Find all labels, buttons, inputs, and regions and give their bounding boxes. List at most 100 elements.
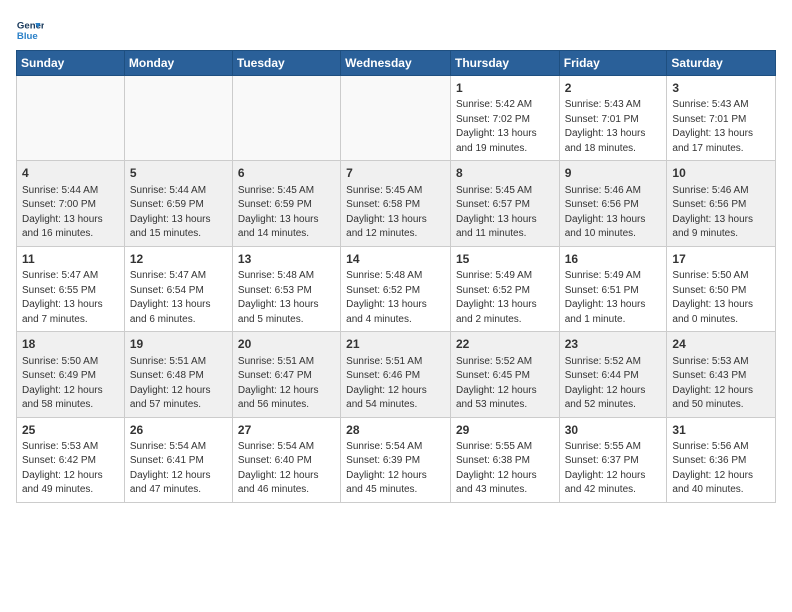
day-detail: Sunrise: 5:54 AMSunset: 6:40 PMDaylight:… <box>238 440 335 498</box>
day-number: 18 <box>22 336 119 353</box>
calendar-cell: 11Sunrise: 5:47 AMSunset: 6:55 PMDayligh… <box>17 246 125 331</box>
calendar-table: SundayMondayTuesdayWednesdayThursdayFrid… <box>16 50 776 503</box>
calendar-cell: 23Sunrise: 5:52 AMSunset: 6:44 PMDayligh… <box>559 332 667 417</box>
day-number: 23 <box>565 336 662 353</box>
calendar-cell: 12Sunrise: 5:47 AMSunset: 6:54 PMDayligh… <box>124 246 232 331</box>
day-detail: Sunrise: 5:45 AMSunset: 6:57 PMDaylight:… <box>456 184 554 242</box>
calendar-cell: 19 Sunrise: 5:51 AMSunset: 6:48 PMDayligh… <box>124 332 232 417</box>
day-number: 14 <box>346 251 445 268</box>
day-number: 10 <box>672 165 770 182</box>
day-number: 5 <box>130 165 227 182</box>
calendar-cell: 14Sunrise: 5:48 AMSunset: 6:52 PMDayligh… <box>341 246 451 331</box>
logo: General Blue <box>16 16 44 44</box>
day-number: 29 <box>456 422 554 439</box>
day-number: 12 <box>130 251 227 268</box>
day-number: 2 <box>565 80 662 97</box>
svg-text:General: General <box>17 20 44 31</box>
day-detail: Sunrise: 5:48 AMSunset: 6:53 PMDaylight:… <box>238 269 335 327</box>
day-detail: Sunrise: 5:46 AMSunset: 6:56 PMDaylight:… <box>565 184 662 242</box>
day-detail: Sunrise: 5:51 AMSunset: 6:48 PMDaylight:… <box>130 355 227 413</box>
day-number: 31 <box>672 422 770 439</box>
day-detail: Sunrise: 5:45 AMSunset: 6:59 PMDaylight:… <box>238 184 335 242</box>
calendar-cell: 22 Sunrise: 5:52 AMSunset: 6:45 PMDayligh… <box>450 332 559 417</box>
calendar-cell <box>124 76 232 161</box>
day-number: 8 <box>456 165 554 182</box>
day-number: 16 <box>565 251 662 268</box>
svg-text:Blue: Blue <box>17 31 38 42</box>
day-detail: Sunrise: 5:44 AMSunset: 7:00 PMDaylight:… <box>22 184 119 242</box>
day-number: 4 <box>22 165 119 182</box>
calendar-cell <box>17 76 125 161</box>
calendar-cell: 5 Sunrise: 5:44 AMSunset: 6:59 PMDaylight… <box>124 161 232 246</box>
day-number: 11 <box>22 251 119 268</box>
calendar-cell: 3Sunrise: 5:43 AMSunset: 7:01 PMDaylight… <box>667 76 776 161</box>
day-detail: Sunrise: 5:54 AMSunset: 6:39 PMDaylight:… <box>346 440 445 498</box>
day-number: 28 <box>346 422 445 439</box>
day-detail: Sunrise: 5:44 AMSunset: 6:59 PMDaylight:… <box>130 184 227 242</box>
day-detail: Sunrise: 5:50 AMSunset: 6:50 PMDaylight:… <box>672 269 770 327</box>
calendar-cell: 16Sunrise: 5:49 AMSunset: 6:51 PMDayligh… <box>559 246 667 331</box>
weekday-header: Thursday <box>450 51 559 76</box>
weekday-header: Saturday <box>667 51 776 76</box>
calendar-cell: 4 Sunrise: 5:44 AMSunset: 7:00 PMDaylight… <box>17 161 125 246</box>
day-detail: Sunrise: 5:43 AMSunset: 7:01 PMDaylight:… <box>565 98 662 156</box>
calendar-cell: 24 Sunrise: 5:53 AMSunset: 6:43 PMDayligh… <box>667 332 776 417</box>
weekday-header: Monday <box>124 51 232 76</box>
header: General Blue <box>16 16 776 44</box>
calendar-cell: 13Sunrise: 5:48 AMSunset: 6:53 PMDayligh… <box>232 246 340 331</box>
day-number: 27 <box>238 422 335 439</box>
logo-icon: General Blue <box>16 16 44 44</box>
day-detail: Sunrise: 5:56 AMSunset: 6:36 PMDaylight:… <box>672 440 770 498</box>
calendar-cell: 7Sunrise: 5:45 AMSunset: 6:58 PMDaylight… <box>341 161 451 246</box>
day-number: 17 <box>672 251 770 268</box>
calendar-cell <box>232 76 340 161</box>
calendar-cell: 1Sunrise: 5:42 AMSunset: 7:02 PMDaylight… <box>450 76 559 161</box>
day-number: 3 <box>672 80 770 97</box>
day-number: 15 <box>456 251 554 268</box>
calendar-cell: 21Sunrise: 5:51 AMSunset: 6:46 PMDayligh… <box>341 332 451 417</box>
day-detail: Sunrise: 5:50 AMSunset: 6:49 PMDaylight:… <box>22 355 119 413</box>
day-number: 25 <box>22 422 119 439</box>
weekday-header: Friday <box>559 51 667 76</box>
day-number: 22 <box>456 336 554 353</box>
calendar-cell: 27Sunrise: 5:54 AMSunset: 6:40 PMDayligh… <box>232 417 340 502</box>
day-detail: Sunrise: 5:47 AMSunset: 6:55 PMDaylight:… <box>22 269 119 327</box>
day-number: 7 <box>346 165 445 182</box>
calendar-cell: 17Sunrise: 5:50 AMSunset: 6:50 PMDayligh… <box>667 246 776 331</box>
day-detail: Sunrise: 5:52 AMSunset: 6:45 PMDaylight:… <box>456 355 554 413</box>
calendar-cell: 15Sunrise: 5:49 AMSunset: 6:52 PMDayligh… <box>450 246 559 331</box>
day-detail: Sunrise: 5:53 AMSunset: 6:42 PMDaylight:… <box>22 440 119 498</box>
day-number: 26 <box>130 422 227 439</box>
day-detail: Sunrise: 5:46 AMSunset: 6:56 PMDaylight:… <box>672 184 770 242</box>
day-number: 1 <box>456 80 554 97</box>
day-detail: Sunrise: 5:42 AMSunset: 7:02 PMDaylight:… <box>456 98 554 156</box>
day-detail: Sunrise: 5:48 AMSunset: 6:52 PMDaylight:… <box>346 269 445 327</box>
day-detail: Sunrise: 5:55 AMSunset: 6:37 PMDaylight:… <box>565 440 662 498</box>
calendar-cell: 9 Sunrise: 5:46 AMSunset: 6:56 PMDaylight… <box>559 161 667 246</box>
day-number: 13 <box>238 251 335 268</box>
day-detail: Sunrise: 5:51 AMSunset: 6:46 PMDaylight:… <box>346 355 445 413</box>
day-number: 9 <box>565 165 662 182</box>
weekday-header: Sunday <box>17 51 125 76</box>
day-detail: Sunrise: 5:49 AMSunset: 6:52 PMDaylight:… <box>456 269 554 327</box>
calendar-cell: 18 Sunrise: 5:50 AMSunset: 6:49 PMDayligh… <box>17 332 125 417</box>
day-number: 24 <box>672 336 770 353</box>
calendar-cell: 29Sunrise: 5:55 AMSunset: 6:38 PMDayligh… <box>450 417 559 502</box>
weekday-header: Wednesday <box>341 51 451 76</box>
day-number: 19 <box>130 336 227 353</box>
day-number: 30 <box>565 422 662 439</box>
calendar-cell: 10 Sunrise: 5:46 AMSunset: 6:56 PMDayligh… <box>667 161 776 246</box>
weekday-header: Tuesday <box>232 51 340 76</box>
day-number: 20 <box>238 336 335 353</box>
calendar-cell: 2Sunrise: 5:43 AMSunset: 7:01 PMDaylight… <box>559 76 667 161</box>
day-detail: Sunrise: 5:47 AMSunset: 6:54 PMDaylight:… <box>130 269 227 327</box>
day-detail: Sunrise: 5:53 AMSunset: 6:43 PMDaylight:… <box>672 355 770 413</box>
calendar-cell <box>341 76 451 161</box>
day-detail: Sunrise: 5:43 AMSunset: 7:01 PMDaylight:… <box>672 98 770 156</box>
calendar-cell: 8 Sunrise: 5:45 AMSunset: 6:57 PMDaylight… <box>450 161 559 246</box>
day-number: 6 <box>238 165 335 182</box>
calendar-cell: 31Sunrise: 5:56 AMSunset: 6:36 PMDayligh… <box>667 417 776 502</box>
calendar-cell: 26Sunrise: 5:54 AMSunset: 6:41 PMDayligh… <box>124 417 232 502</box>
calendar-cell: 6 Sunrise: 5:45 AMSunset: 6:59 PMDaylight… <box>232 161 340 246</box>
day-detail: Sunrise: 5:49 AMSunset: 6:51 PMDaylight:… <box>565 269 662 327</box>
